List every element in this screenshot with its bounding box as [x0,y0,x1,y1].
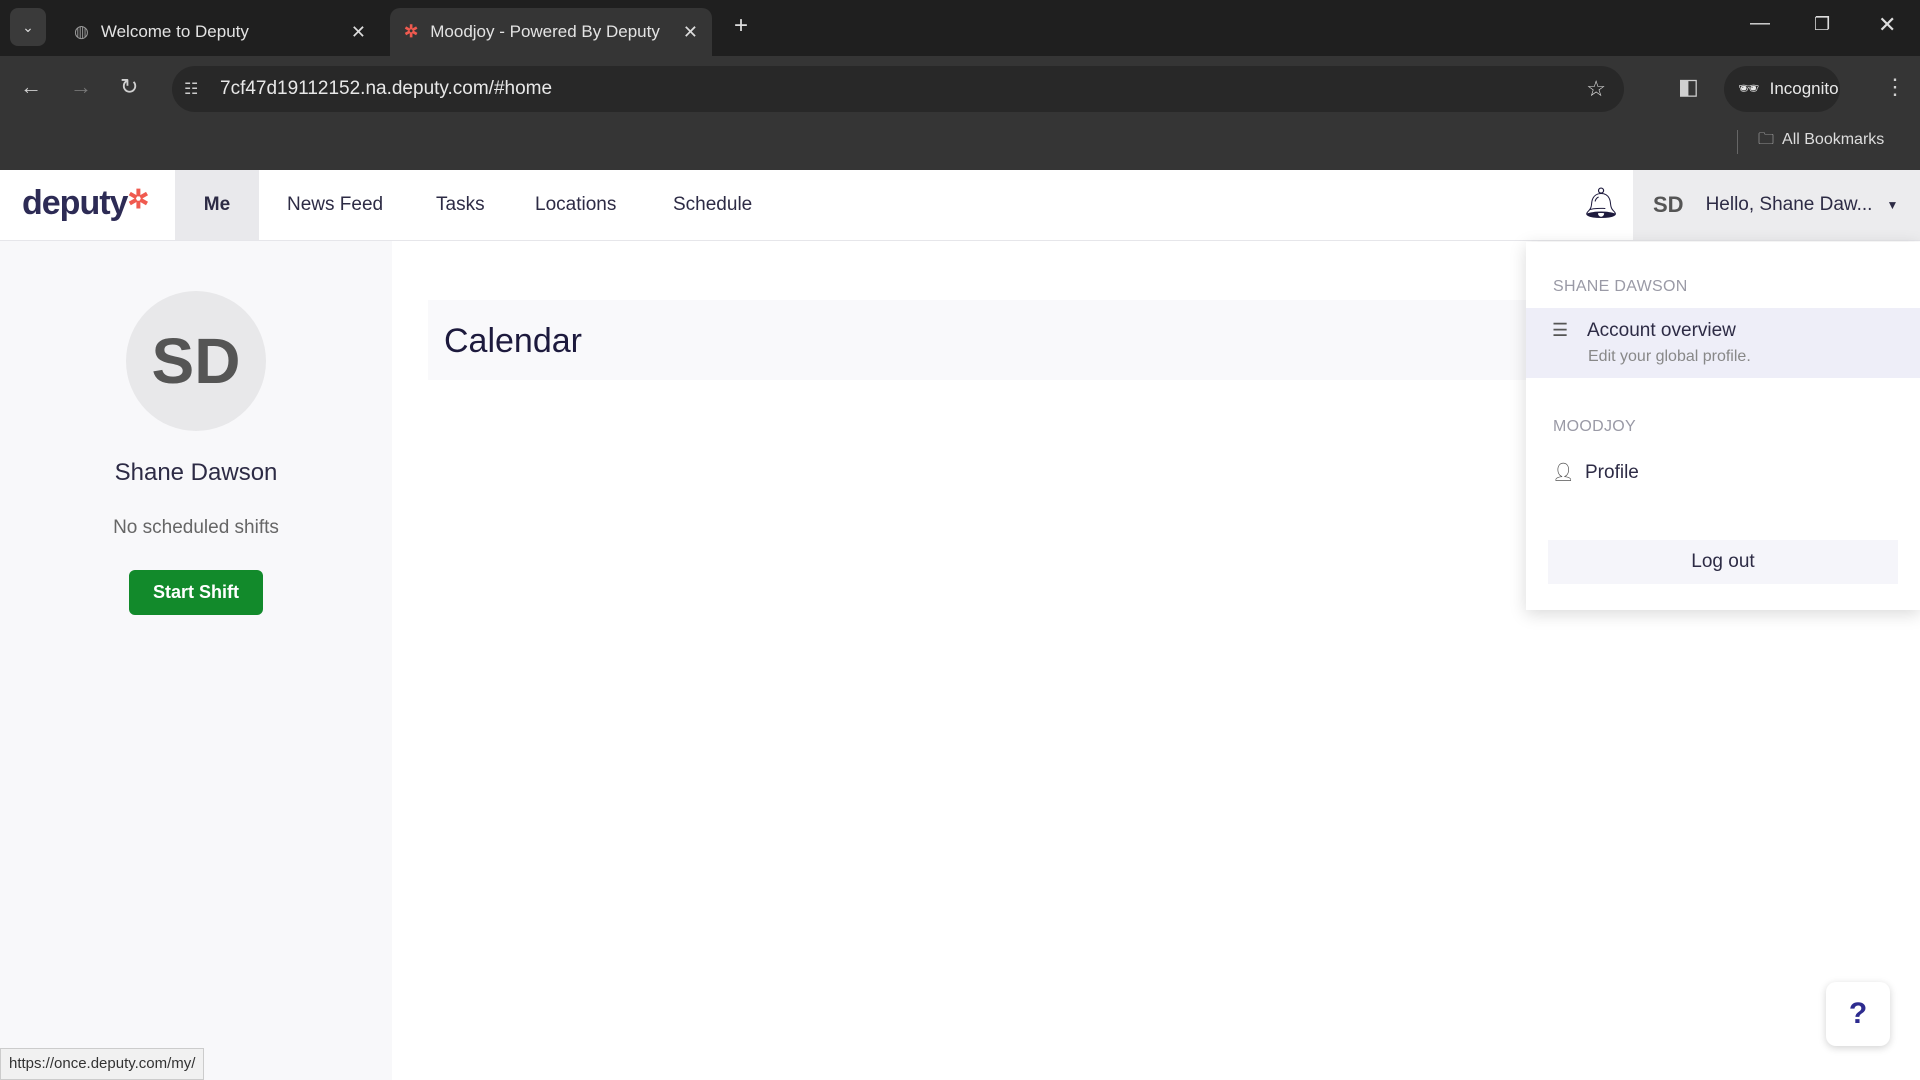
notification-bell-icon[interactable]: 🔔︎ [1582,186,1620,221]
menu-item-account-overview[interactable]: ☰ Account overview Edit your global prof… [1526,308,1920,378]
calendar-title: Calendar [444,322,582,360]
forward-icon[interactable]: → [70,74,92,100]
divider [1737,130,1738,154]
incognito-badge[interactable]: 🕶 Incognito [1724,66,1840,112]
user-dropdown-menu: SHANE DAWSON ☰ Account overview Edit you… [1526,242,1920,610]
nav-news-feed[interactable]: News Feed [287,170,383,240]
help-button[interactable]: ? [1826,982,1890,1046]
user-initials: SD [1653,192,1684,217]
logo-asterisk-icon: ✲ [127,184,149,214]
new-tab-button[interactable]: + [734,12,748,40]
window-close-icon[interactable]: ✕ [1878,12,1896,38]
restore-icon[interactable]: ❐ [1814,14,1830,35]
caret-down-icon: ▼ [1886,198,1899,212]
user-name: Shane Dawson [114,459,278,486]
start-shift-button[interactable]: Start Shift [129,570,263,615]
user-menu-toggle[interactable]: SD Hello, Shane Daw... ▼ [1633,170,1920,240]
tab-search-button[interactable]: ⌄ [10,8,46,46]
list-icon: ☰ [1552,320,1569,340]
logout-button[interactable]: Log out [1548,540,1898,584]
person-icon: 👤︎ [1552,462,1575,482]
deputy-favicon-icon: ✲ [404,22,419,41]
avatar: SD [126,291,266,431]
globe-icon: ◍ [74,22,89,41]
nav-schedule[interactable]: Schedule [673,170,752,240]
site-settings-icon[interactable]: ☷ [184,79,198,99]
nav-tasks[interactable]: Tasks [436,170,485,240]
folder-icon: 🗀 [1758,131,1775,148]
reload-icon[interactable]: ↻ [120,74,138,100]
deputy-logo[interactable]: deputy✲ [22,184,149,223]
address-bar[interactable]: ☷ 7cf47d19112152.na.deputy.com/#home ☆ [172,66,1624,112]
close-tab-icon[interactable]: ✕ [683,22,698,43]
tab-welcome[interactable]: ◍ Welcome to Deputy ✕ [60,8,380,56]
side-panel-icon[interactable]: ◧ [1678,74,1699,100]
status-bar-url: https://once.deputy.com/my/ [0,1048,205,1080]
menu-item-profile[interactable]: 👤︎ Profile [1526,454,1920,494]
profile-sidebar: SD Shane Dawson No scheduled shifts Star… [0,241,392,1080]
menu-kebab-icon[interactable]: ⋮ [1884,74,1906,100]
all-bookmarks-button[interactable]: 🗀 All Bookmarks [1758,128,1884,155]
browser-tab-bar: ⌄ ◍ Welcome to Deputy ✕ ✲ Moodjoy - Powe… [0,0,1920,56]
calendar-card: Calendar [428,300,1528,380]
incognito-icon: 🕶 [1738,79,1760,98]
back-icon[interactable]: ← [20,74,42,100]
minimize-icon[interactable]: — [1750,12,1770,35]
app-header: deputy✲ Me News Feed Tasks Locations Sch… [0,170,1920,241]
tab-moodjoy[interactable]: ✲ Moodjoy - Powered By Deputy ✕ [390,8,712,56]
browser-toolbar: ← → ↻ ☷ 7cf47d19112152.na.deputy.com/#ho… [0,56,1920,170]
close-tab-icon[interactable]: ✕ [351,22,366,43]
shift-status: No scheduled shifts [113,517,279,538]
nav-me[interactable]: Me [175,170,259,240]
nav-locations[interactable]: Locations [535,170,616,240]
bookmark-star-icon[interactable]: ☆ [1586,76,1606,102]
